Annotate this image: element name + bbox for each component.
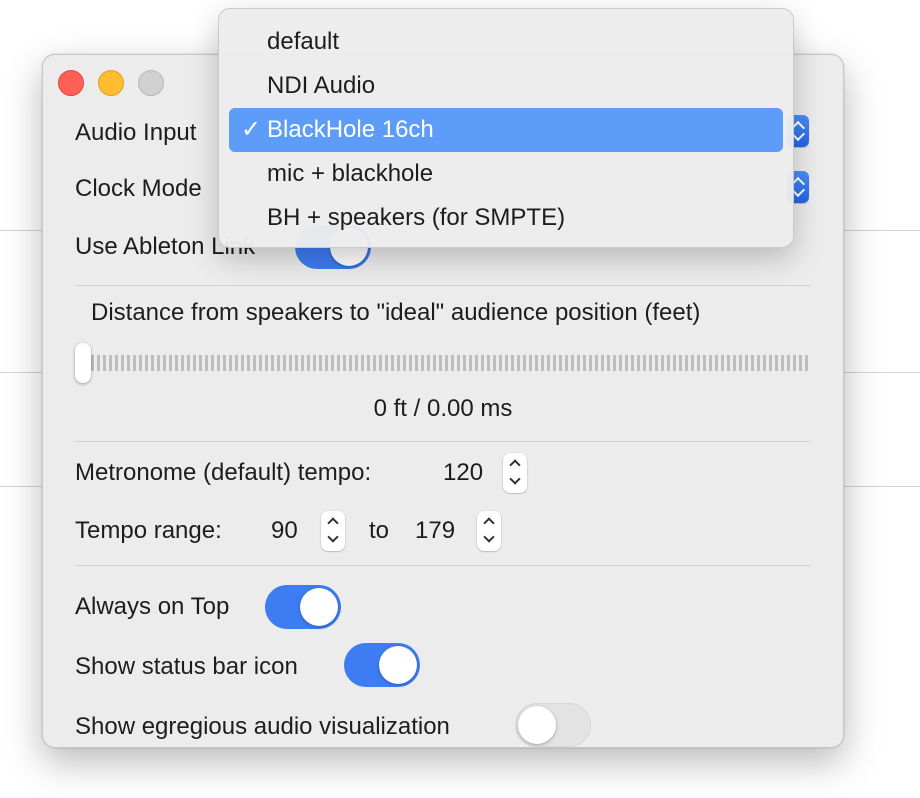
stepper-up-icon[interactable] [503, 453, 527, 473]
section-divider [75, 441, 811, 442]
always-on-top-label: Always on Top [75, 593, 230, 620]
stepper-down-icon[interactable] [503, 473, 527, 493]
audio-input-label: Audio Input [75, 119, 197, 146]
clock-mode-label: Clock Mode [75, 175, 202, 202]
menu-item-blackhole-16ch[interactable]: ✓ BlackHole 16ch [229, 108, 783, 152]
menu-item-label: BH + speakers (for SMPTE) [267, 204, 566, 231]
background-divider [838, 230, 920, 231]
background-divider [0, 486, 44, 487]
menu-item-label: NDI Audio [267, 72, 376, 99]
egregious-visualization-label: Show egregious audio visualization [75, 713, 450, 740]
close-window-button[interactable] [58, 70, 84, 96]
menu-item-ndi-audio[interactable]: NDI Audio [229, 64, 783, 108]
tempo-range-max-value[interactable]: 179 [415, 517, 455, 545]
status-bar-icon-toggle[interactable] [344, 643, 420, 687]
stepper-down-icon[interactable] [477, 531, 501, 551]
tempo-range-min-stepper[interactable] [321, 511, 345, 551]
stepper-up-icon[interactable] [321, 511, 345, 531]
background-divider [0, 372, 44, 373]
background-divider [0, 230, 44, 231]
checkmark-icon: ✓ [241, 116, 262, 143]
tempo-range-label: Tempo range: [75, 517, 222, 544]
egregious-visualization-toggle[interactable] [515, 703, 591, 747]
menu-item-bh-speakers[interactable]: BH + speakers (for SMPTE) [229, 196, 783, 240]
background-divider [838, 372, 920, 373]
distance-slider-track[interactable] [85, 355, 811, 371]
tempo-range-max-stepper[interactable] [477, 511, 501, 551]
distance-value: 0 ft / 0.00 ms [373, 395, 513, 422]
toggle-knob [379, 646, 417, 684]
toggle-knob [518, 706, 556, 744]
audio-input-dropdown-menu: default NDI Audio ✓ BlackHole 16ch mic +… [218, 8, 794, 248]
menu-item-default[interactable]: default [229, 20, 783, 64]
metronome-tempo-stepper[interactable] [503, 453, 527, 493]
tempo-range-to-label: to [369, 517, 390, 544]
toggle-knob [300, 588, 338, 626]
distance-slider-knob[interactable] [75, 343, 91, 383]
distance-label: Distance from speakers to "ideal" audien… [91, 299, 701, 326]
metronome-tempo-label: Metronome (default) tempo: [75, 459, 372, 486]
tempo-range-min-value[interactable]: 90 [271, 517, 298, 545]
background-divider [838, 486, 920, 487]
section-divider [75, 565, 811, 566]
menu-item-label: BlackHole 16ch [267, 116, 434, 143]
always-on-top-toggle[interactable] [265, 585, 341, 629]
menu-item-mic-blackhole[interactable]: mic + blackhole [229, 152, 783, 196]
minimize-window-button[interactable] [98, 70, 124, 96]
menu-item-label: default [267, 28, 340, 55]
metronome-tempo-value[interactable]: 120 [443, 459, 483, 487]
menu-item-label: mic + blackhole [267, 160, 434, 187]
section-divider [75, 285, 811, 286]
zoom-window-button [138, 70, 164, 96]
stepper-down-icon[interactable] [321, 531, 345, 551]
stepper-up-icon[interactable] [477, 511, 501, 531]
status-bar-icon-label: Show status bar icon [75, 653, 298, 680]
